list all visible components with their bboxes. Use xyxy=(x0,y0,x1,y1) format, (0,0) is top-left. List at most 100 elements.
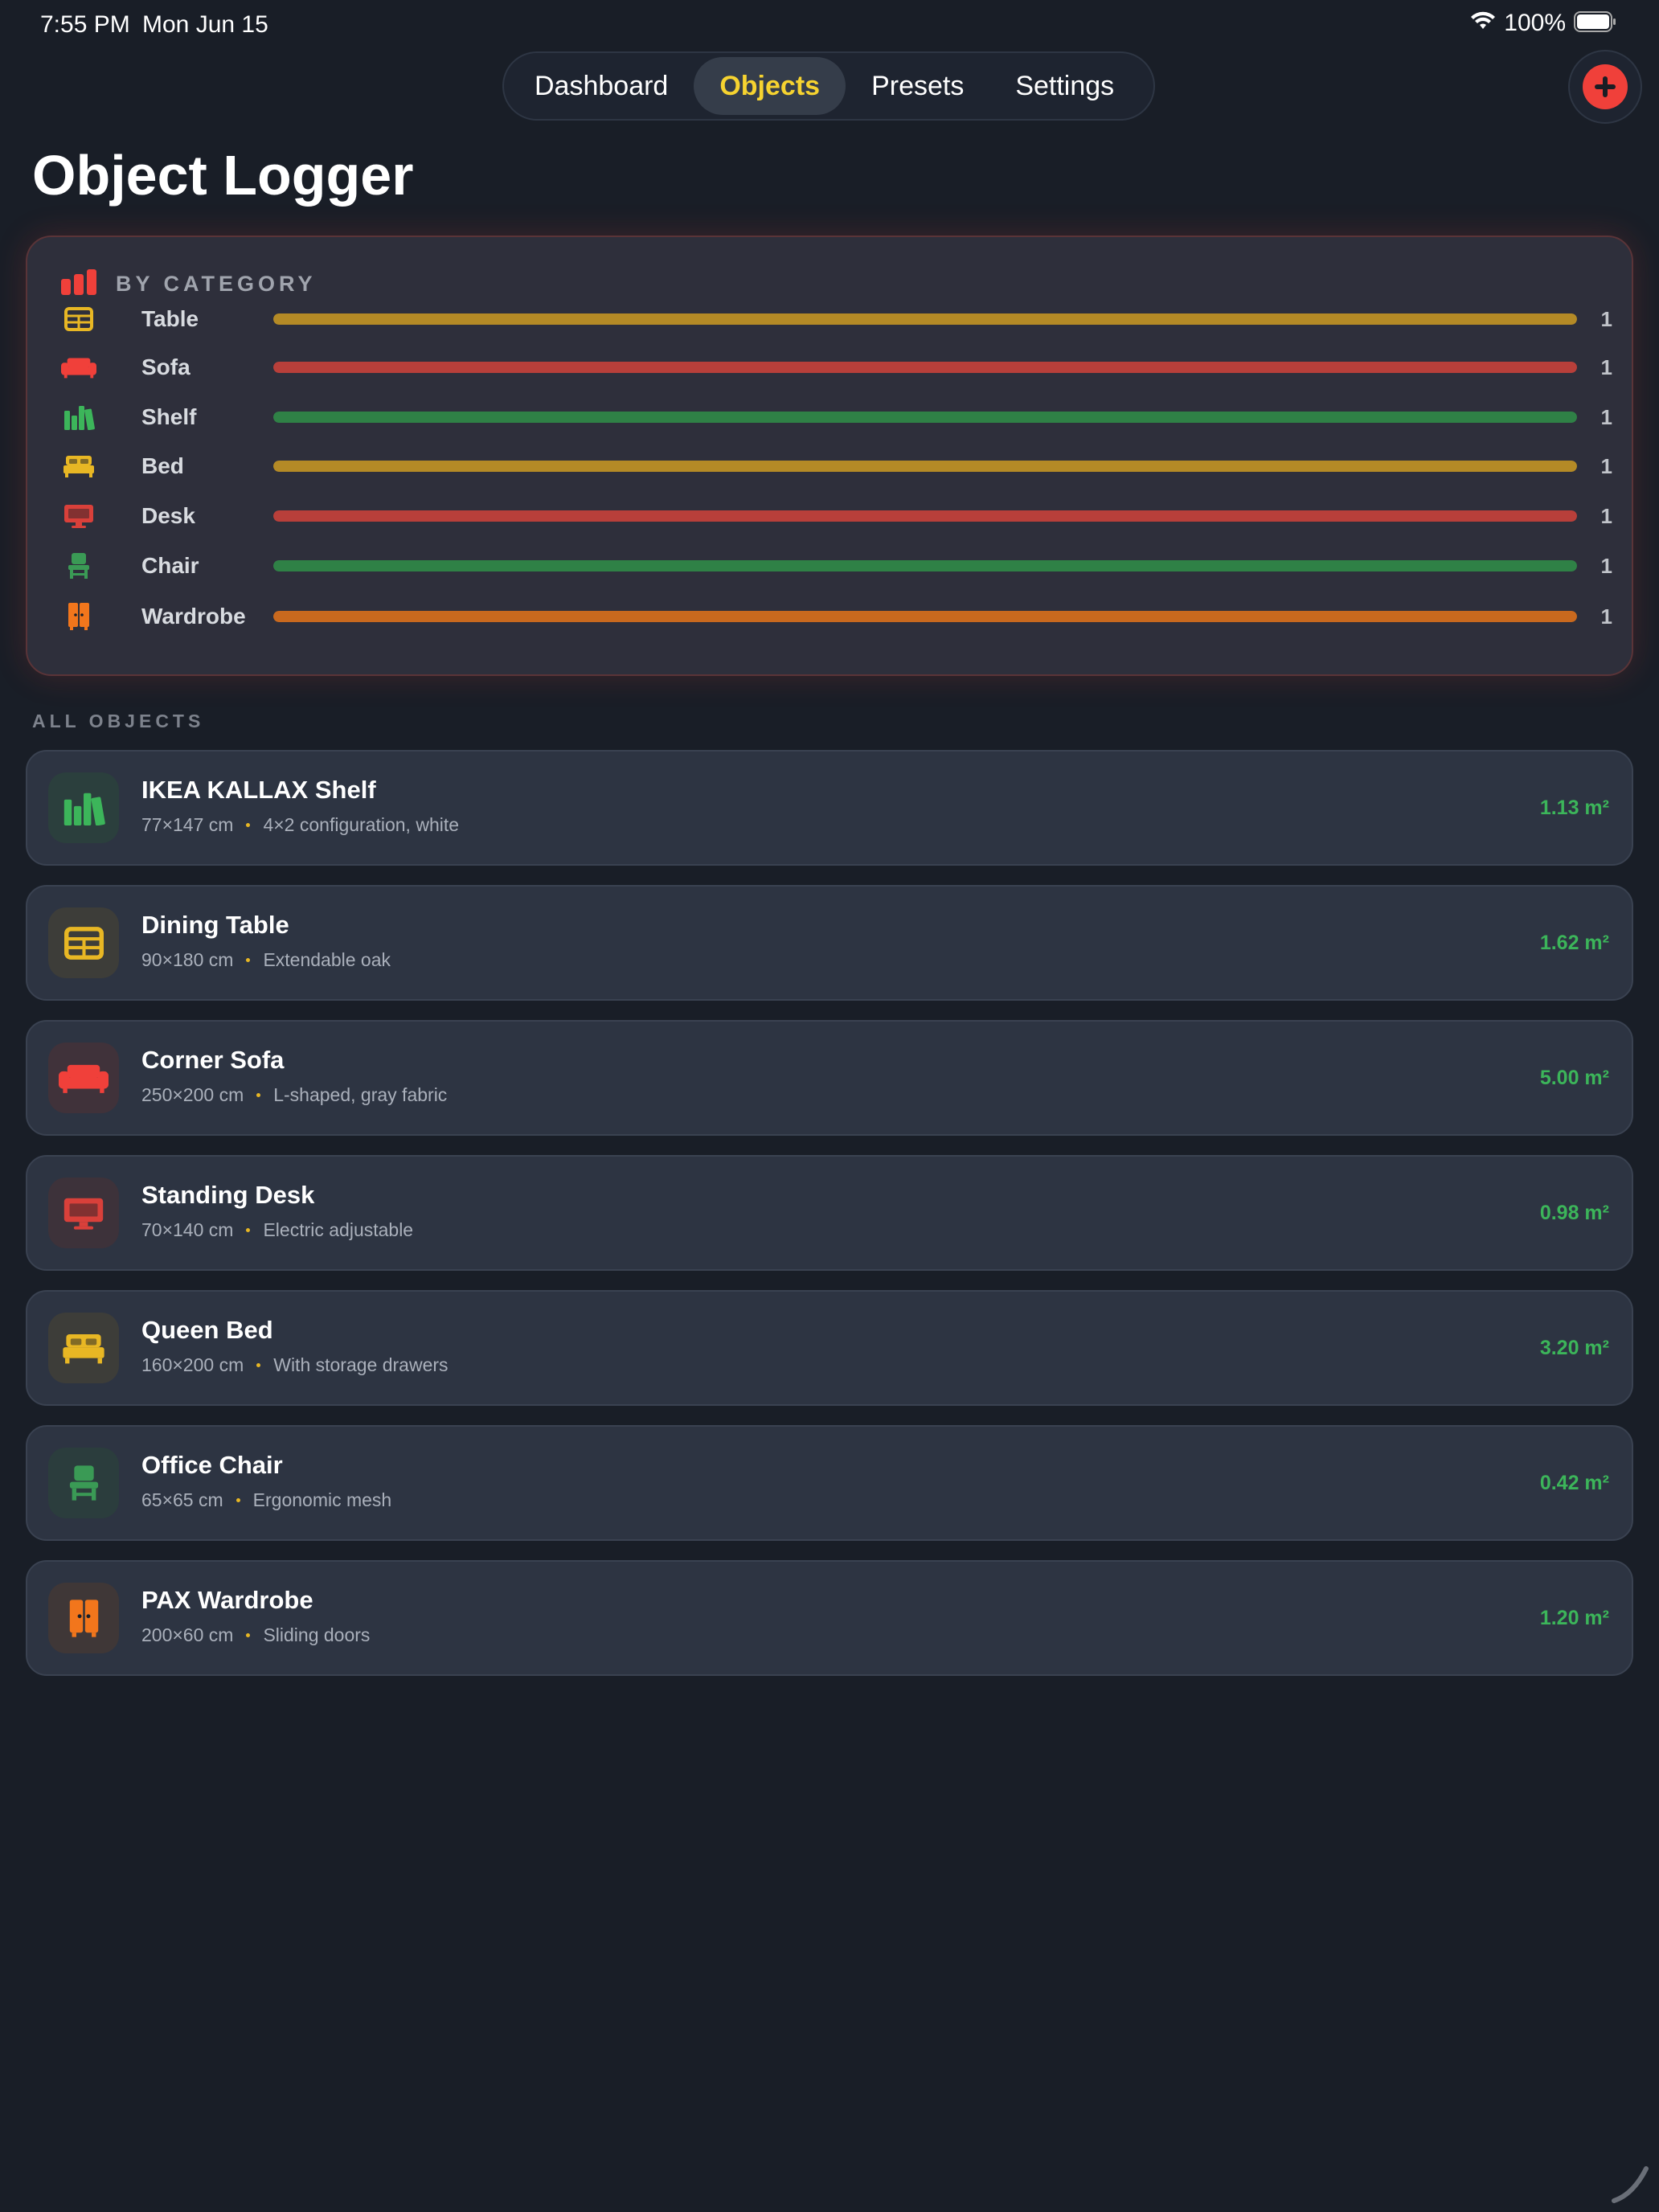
category-card: BY CATEGORY Table 1 Sofa 1 Shelf 1 Bed 1 Desk 1 Ch… xyxy=(26,236,1633,676)
object-details: 160×200 cm With storage drawers xyxy=(141,1354,449,1376)
object-row[interactable]: Standing Desk 70×140 cm Electric adjustabl… xyxy=(26,1155,1633,1271)
object-area: 1.62 m² xyxy=(1539,932,1609,954)
category-bar-track xyxy=(273,412,1577,423)
category-count: 1 xyxy=(1600,306,1612,331)
category-row: Wardrobe 1 xyxy=(61,600,1612,633)
object-details: 77×147 cm 4×2 configuration, white xyxy=(141,814,459,836)
object-note: 4×2 configuration, white xyxy=(263,814,460,835)
category-header: BY CATEGORY xyxy=(61,269,317,299)
all-objects-label: ALL OBJECTS xyxy=(32,711,205,731)
object-details: 250×200 cm L-shaped, gray fabric xyxy=(141,1084,447,1106)
bed-icon xyxy=(48,1313,119,1383)
category-count: 1 xyxy=(1600,503,1612,528)
object-area: 0.42 m² xyxy=(1539,1472,1609,1494)
object-dimensions: 250×200 cm xyxy=(141,1084,244,1105)
category-bar xyxy=(273,560,1577,571)
status-bar: 7:55 PM Mon Jun 15 100% xyxy=(0,0,1659,51)
category-name: Shelf xyxy=(141,404,197,429)
object-details: 200×60 cm Sliding doors xyxy=(141,1624,370,1646)
object-name: Office Chair xyxy=(141,1451,283,1479)
object-dimensions: 90×180 cm xyxy=(141,949,234,970)
separator-dot xyxy=(256,1093,261,1097)
category-bar xyxy=(273,412,1577,423)
object-area: 1.13 m² xyxy=(1539,797,1609,819)
object-name: Corner Sofa xyxy=(141,1046,285,1074)
object-note: Extendable oak xyxy=(263,949,391,970)
segmented-nav: Dashboard Objects Presets Settings xyxy=(502,51,1155,121)
status-date: Mon Jun 15 xyxy=(142,11,268,38)
category-bar xyxy=(273,362,1577,373)
category-count: 1 xyxy=(1600,604,1612,629)
object-name: Dining Table xyxy=(141,911,289,939)
category-name: Sofa xyxy=(141,354,190,379)
object-note: L-shaped, gray fabric xyxy=(273,1084,448,1105)
object-dimensions: 65×65 cm xyxy=(141,1489,223,1510)
category-count: 1 xyxy=(1600,404,1612,429)
battery-percent: 100% xyxy=(1504,10,1566,36)
category-bar-track xyxy=(273,611,1577,622)
object-row[interactable]: Office Chair 65×65 cm Ergonomic mesh 0.42 m… xyxy=(26,1425,1633,1541)
object-name: PAX Wardrobe xyxy=(141,1586,313,1614)
tab-dashboard[interactable]: Dashboard xyxy=(509,57,694,115)
category-name: Bed xyxy=(141,453,184,478)
separator-dot xyxy=(246,823,251,827)
bar-chart-icon xyxy=(61,269,98,299)
object-row[interactable]: Dining Table 90×180 cm Extendable oak 1.62 … xyxy=(26,885,1633,1001)
monitor-icon xyxy=(61,500,96,532)
category-name: Desk xyxy=(141,503,195,528)
separator-dot xyxy=(236,1498,240,1502)
sofa-icon xyxy=(48,1043,119,1113)
category-count: 1 xyxy=(1600,553,1612,578)
category-row: Table 1 xyxy=(61,303,1612,335)
separator-dot xyxy=(246,958,251,962)
monitor-icon xyxy=(48,1178,119,1248)
tab-presets[interactable]: Presets xyxy=(846,57,989,115)
object-dimensions: 77×147 cm xyxy=(141,814,234,835)
chair-icon xyxy=(61,550,96,582)
category-bar-track xyxy=(273,560,1577,571)
category-header-label: BY CATEGORY xyxy=(116,272,317,296)
category-row: Sofa 1 xyxy=(61,351,1612,383)
category-row: Shelf 1 xyxy=(61,401,1612,433)
category-bar-track xyxy=(273,461,1577,472)
wardrobe-icon xyxy=(61,600,96,633)
wifi-icon xyxy=(1470,11,1496,36)
object-note: Electric adjustable xyxy=(263,1219,414,1240)
object-row[interactable]: Queen Bed 160×200 cm With storage drawers 3… xyxy=(26,1290,1633,1406)
shelf-icon xyxy=(61,401,96,433)
object-dimensions: 200×60 cm xyxy=(141,1624,234,1645)
tab-objects[interactable]: Objects xyxy=(694,57,846,115)
object-details: 90×180 cm Extendable oak xyxy=(141,949,391,971)
object-name: Queen Bed xyxy=(141,1316,273,1344)
object-area: 3.20 m² xyxy=(1539,1337,1609,1359)
category-name: Chair xyxy=(141,553,199,578)
tab-settings[interactable]: Settings xyxy=(989,57,1140,115)
separator-dot xyxy=(246,1633,251,1637)
object-row[interactable]: Corner Sofa 250×200 cm L-shaped, gray fabr… xyxy=(26,1020,1633,1136)
page-title: Object Logger xyxy=(32,144,414,207)
wardrobe-icon xyxy=(48,1583,119,1653)
object-note: Sliding doors xyxy=(263,1624,371,1645)
chair-icon xyxy=(48,1448,119,1518)
category-bar-track xyxy=(273,313,1577,325)
object-area: 1.20 m² xyxy=(1539,1607,1609,1629)
category-bar xyxy=(273,313,1577,325)
category-bar xyxy=(273,510,1577,522)
shelf-icon xyxy=(48,772,119,843)
object-area: 5.00 m² xyxy=(1539,1067,1609,1089)
add-object-button[interactable] xyxy=(1568,50,1642,124)
category-row: Bed 1 xyxy=(61,450,1612,482)
object-details: 65×65 cm Ergonomic mesh xyxy=(141,1489,391,1511)
separator-dot xyxy=(246,1228,251,1232)
object-row[interactable]: PAX Wardrobe 200×60 cm Sliding doors 1.20 m… xyxy=(26,1560,1633,1676)
table-icon xyxy=(61,303,96,335)
status-indicators: 100% xyxy=(1470,10,1617,37)
object-dimensions: 160×200 cm xyxy=(141,1354,244,1375)
object-details: 70×140 cm Electric adjustable xyxy=(141,1219,413,1241)
object-name: Standing Desk xyxy=(141,1181,315,1209)
status-time: 7:55 PM xyxy=(40,11,130,38)
object-note: Ergonomic mesh xyxy=(252,1489,392,1510)
category-name: Table xyxy=(141,306,199,331)
object-row[interactable]: IKEA KALLAX Shelf 77×147 cm 4×2 configurat… xyxy=(26,750,1633,866)
table-icon xyxy=(48,907,119,978)
